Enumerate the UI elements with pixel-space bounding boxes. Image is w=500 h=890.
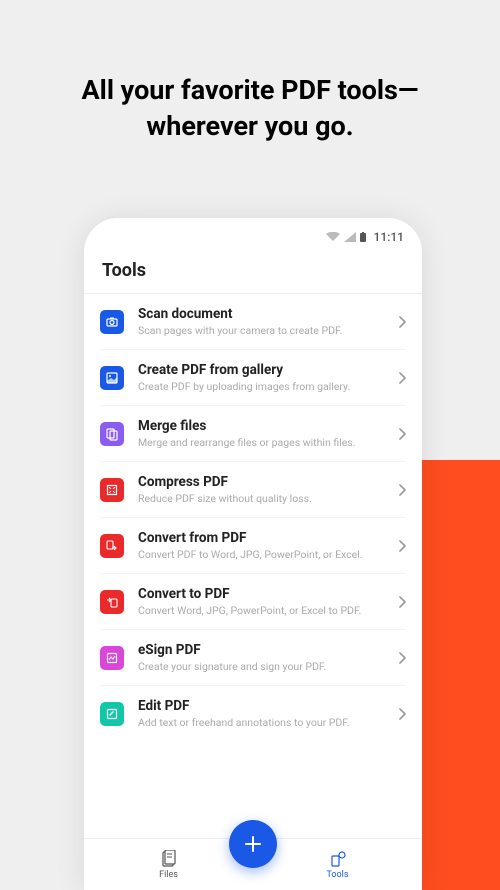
tool-subtitle: Create your signature and sign your PDF. — [138, 660, 385, 673]
signal-icon — [344, 232, 356, 242]
merge-icon — [100, 422, 124, 446]
tools-icon — [329, 850, 347, 868]
tool-subtitle: Scan pages with your camera to create PD… — [138, 324, 385, 337]
chevron-right-icon — [399, 708, 406, 720]
fab-add[interactable] — [229, 820, 277, 868]
tool-title: Merge files — [138, 418, 385, 434]
chevron-right-icon — [399, 484, 406, 496]
nav-tools-label: Tools — [326, 870, 348, 880]
tool-text: eSign PDF Create your signature and sign… — [138, 642, 385, 673]
wifi-icon — [326, 232, 340, 242]
sign-icon — [100, 646, 124, 670]
plus-icon — [242, 833, 264, 855]
tools-list: Scan document Scan pages with your camer… — [84, 294, 422, 741]
tool-text: Convert from PDF Convert PDF to Word, JP… — [138, 530, 385, 561]
tool-row[interactable]: Compress PDF Reduce PDF size without qua… — [100, 462, 406, 518]
status-bar: 11:11 — [84, 218, 422, 250]
tool-subtitle: Convert PDF to Word, JPG, PowerPoint, or… — [138, 548, 385, 561]
tool-text: Compress PDF Reduce PDF size without qua… — [138, 474, 385, 505]
tool-row[interactable]: Create PDF from gallery Create PDF by up… — [100, 350, 406, 406]
tool-title: eSign PDF — [138, 642, 385, 658]
tool-row[interactable]: Edit PDF Add text or freehand annotation… — [100, 686, 406, 741]
tool-row[interactable]: Convert to PDF Convert Word, JPG, PowerP… — [100, 574, 406, 630]
tool-text: Create PDF from gallery Create PDF by up… — [138, 362, 385, 393]
tool-text: Convert to PDF Convert Word, JPG, PowerP… — [138, 586, 385, 617]
chevron-right-icon — [399, 540, 406, 552]
screen-title: Tools — [84, 250, 422, 293]
chevron-right-icon — [399, 596, 406, 608]
tool-title: Edit PDF — [138, 698, 385, 714]
tool-row[interactable]: eSign PDF Create your signature and sign… — [100, 630, 406, 686]
convert-from-icon — [100, 534, 124, 558]
tool-row[interactable]: Scan document Scan pages with your camer… — [100, 294, 406, 350]
edit-icon — [100, 702, 124, 726]
nav-files-label: Files — [159, 870, 178, 880]
accent-decoration — [420, 460, 500, 890]
tool-subtitle: Create PDF by uploading images from gall… — [138, 380, 385, 393]
chevron-right-icon — [399, 428, 406, 440]
phone-frame: 11:11 Tools Scan document Scan pages wit… — [84, 218, 422, 890]
tool-title: Convert to PDF — [138, 586, 385, 602]
nav-tools[interactable]: Tools — [253, 839, 422, 890]
tool-title: Compress PDF — [138, 474, 385, 490]
tool-text: Merge files Merge and rearrange files or… — [138, 418, 385, 449]
tool-text: Scan document Scan pages with your camer… — [138, 306, 385, 337]
tool-title: Create PDF from gallery — [138, 362, 385, 378]
image-icon — [100, 366, 124, 390]
compress-icon — [100, 478, 124, 502]
chevron-right-icon — [399, 372, 406, 384]
chevron-right-icon — [399, 316, 406, 328]
tool-row[interactable]: Convert from PDF Convert PDF to Word, JP… — [100, 518, 406, 574]
marketing-headline: All your favorite PDF tools—wherever you… — [0, 0, 500, 145]
tool-title: Convert from PDF — [138, 530, 385, 546]
nav-files[interactable]: Files — [84, 839, 253, 890]
tool-title: Scan document — [138, 306, 385, 322]
tool-subtitle: Merge and rearrange files or pages withi… — [138, 436, 385, 449]
tool-subtitle: Reduce PDF size without quality loss. — [138, 492, 385, 505]
chevron-right-icon — [399, 652, 406, 664]
tool-subtitle: Add text or freehand annotations to your… — [138, 716, 385, 729]
convert-to-icon — [100, 590, 124, 614]
tool-subtitle: Convert Word, JPG, PowerPoint, or Excel … — [138, 604, 385, 617]
status-time: 11:11 — [374, 230, 404, 244]
camera-icon — [100, 310, 124, 334]
battery-icon — [360, 232, 366, 242]
tool-text: Edit PDF Add text or freehand annotation… — [138, 698, 385, 729]
files-icon — [160, 850, 178, 868]
tool-row[interactable]: Merge files Merge and rearrange files or… — [100, 406, 406, 462]
